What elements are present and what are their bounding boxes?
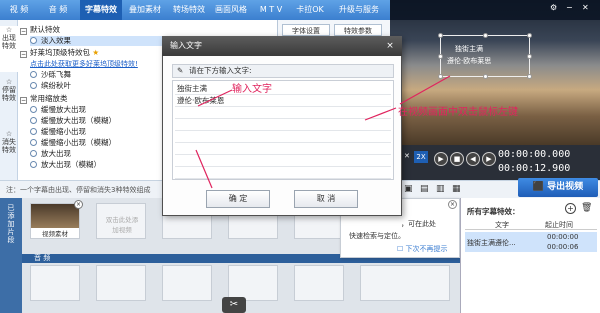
arrow-to-input bbox=[197, 89, 233, 107]
arrow-to-area bbox=[364, 107, 397, 121]
arrow-to-ok bbox=[195, 149, 213, 189]
annotation-arrows bbox=[195, 75, 451, 189]
arrow-to-preview bbox=[399, 75, 451, 105]
